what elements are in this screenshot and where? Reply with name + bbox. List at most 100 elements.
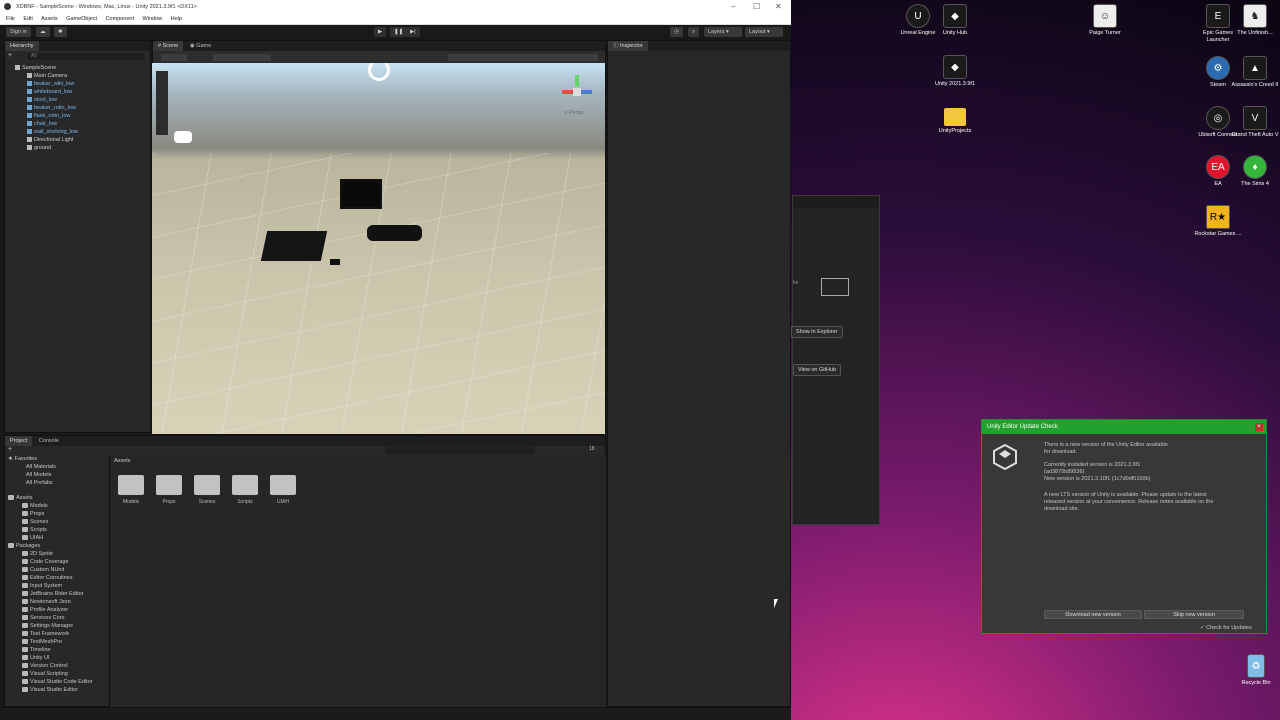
asset-folder[interactable]: UIAH (268, 475, 298, 505)
tree-item[interactable]: Scripts (8, 526, 108, 534)
desktop-icon-unfinished[interactable]: ♞ The Unfinish... (1228, 4, 1280, 37)
skip-new-version-button[interactable]: Skip new version (1144, 610, 1244, 619)
menu-edit[interactable]: Edit (23, 16, 32, 22)
breadcrumb[interactable]: Assets (110, 455, 606, 467)
tab-inspector[interactable]: ⓘ Inspector (608, 41, 648, 51)
desktop-icon-unityprojects[interactable]: UnityProjects (928, 104, 982, 135)
hierarchy-item[interactable]: flask_rotin_low (27, 112, 150, 120)
tree-item[interactable]: Test Framework (8, 630, 108, 638)
layers-dropdown[interactable]: Layers ▾ (704, 27, 742, 37)
tree-item[interactable]: TextMeshPro (8, 638, 108, 646)
tab-scene[interactable]: # Scene (153, 41, 184, 51)
tree-item[interactable]: Input System (8, 582, 108, 590)
tree-item[interactable]: Timeline (8, 646, 108, 654)
download-new-version-button[interactable]: Download new version (1044, 610, 1142, 619)
tree-item[interactable]: Visual Scripting (8, 670, 108, 678)
tree-item[interactable]: All Materials (8, 463, 108, 471)
hierarchy-item[interactable]: beaker_rotin_low (27, 104, 150, 112)
tree-item[interactable]: Version Control (8, 662, 108, 670)
asset-folder[interactable]: Scenes (192, 475, 222, 505)
asset-folder[interactable]: Scripts (230, 475, 260, 505)
tree-item[interactable]: Models (8, 502, 108, 510)
close-icon[interactable]: ✕ (775, 0, 782, 14)
desktop-icon-unity[interactable]: ◆ Unity 2021.3.9f1 (928, 55, 982, 88)
tree-item[interactable]: Custom NUnit (8, 566, 108, 574)
pause-button[interactable]: ❚❚ (390, 27, 408, 37)
history-icon[interactable]: ◷ (670, 27, 683, 37)
tree-item[interactable]: JetBrains Rider Editor (8, 590, 108, 598)
sign-in-button[interactable]: Sign in (6, 27, 31, 37)
hierarchy-item[interactable]: whiteboard_low (27, 88, 150, 96)
hierarchy-item[interactable]: Directional Light (27, 136, 150, 144)
tree-item[interactable]: Scenes (8, 518, 108, 526)
unity-logo-icon (4, 3, 11, 10)
desktop-icon-assassin[interactable]: ▲ Assassin's Creed II (1228, 56, 1280, 89)
scene-viewport[interactable]: < Persp (152, 63, 605, 434)
hierarchy-item[interactable]: chair_low (27, 120, 150, 128)
search-icon[interactable]: ⌕ (688, 27, 700, 37)
tree-item[interactable]: All Prefabs (8, 479, 108, 487)
orientation-gizmo[interactable] (562, 75, 592, 105)
menu-window[interactable]: Window (143, 16, 163, 22)
minimize-icon[interactable]: – (731, 0, 735, 14)
tree-item[interactable]: Visual Studio Code Editor (8, 678, 108, 686)
tree-item[interactable]: Newtonsoft Json (8, 598, 108, 606)
desktop-icon-rockstar[interactable]: R★ Rockstar Games ... (1191, 205, 1245, 238)
snap-tools[interactable] (213, 54, 271, 61)
packages-header[interactable]: Packages (8, 542, 108, 550)
menu-assets[interactable]: Assets (41, 16, 58, 22)
menu-file[interactable]: File (6, 16, 15, 22)
desktop-icon-sims[interactable]: ♦ The Sims 4 (1228, 155, 1280, 188)
check-for-updates-checkbox[interactable]: ✓ Check for Updates (1200, 625, 1252, 631)
tree-item[interactable]: Code Coverage (8, 558, 108, 566)
tree-item[interactable]: Services Core (8, 614, 108, 622)
favorites-header[interactable]: ★ Favorites (8, 455, 108, 463)
tab-console[interactable]: Console (34, 436, 64, 446)
desktop-icon-unity-hub[interactable]: ◆ Unity Hub (928, 4, 982, 37)
project-search-input[interactable] (385, 447, 535, 454)
tree-item[interactable]: Settings Manager (8, 622, 108, 630)
tab-hierarchy[interactable]: Hierarchy (5, 41, 39, 51)
tool-palette[interactable] (156, 71, 168, 135)
tree-item[interactable]: Profile Analyzer (8, 606, 108, 614)
play-button[interactable]: ▶ (374, 27, 387, 37)
hierarchy-item[interactable]: stool_low (27, 96, 150, 104)
layout-dropdown[interactable]: Layout ▾ (745, 27, 783, 37)
menu-help[interactable]: Help (171, 16, 182, 22)
menu-component[interactable]: Component (106, 16, 134, 22)
asset-folder[interactable]: Props (154, 475, 184, 505)
tree-item[interactable]: 2D Sprite (8, 550, 108, 558)
asset-folder[interactable]: Models (116, 475, 146, 505)
scene-root[interactable]: SampleScene (15, 64, 150, 72)
hierarchy-item[interactable]: Main Camera (27, 72, 150, 80)
tab-game[interactable]: ◉ Game (185, 41, 216, 51)
desktop-icon-paige[interactable]: ☺ Paige Turner (1078, 4, 1132, 37)
tree-item[interactable]: Props (8, 510, 108, 518)
add-icon[interactable]: + (8, 446, 12, 453)
show-in-explorer-button[interactable]: Show in Explorer (791, 326, 843, 338)
gizmo-tools[interactable] (161, 54, 187, 61)
hierarchy-item[interactable]: ground (27, 144, 150, 152)
tree-item[interactable]: Visual Studio Editor (8, 686, 108, 694)
desktop-icon-gta[interactable]: V Grand Theft Auto V (1228, 106, 1280, 139)
maximize-icon[interactable]: ☐ (753, 0, 760, 14)
tree-item[interactable]: All Models (8, 471, 108, 479)
hierarchy-item[interactable]: wall_shelving_low (27, 128, 150, 136)
cloud-icon[interactable]: ☁ (36, 27, 50, 37)
tree-item[interactable]: Editor Coroutines (8, 574, 108, 582)
desktop-icon-recycle-bin[interactable]: ♻ Recycle Bin (1229, 654, 1280, 687)
collab-icon[interactable]: ✱ (54, 27, 67, 37)
hierarchy-search-input[interactable]: All (27, 53, 145, 60)
menu-gameobject[interactable]: GameObject (66, 16, 97, 22)
view-on-github-button[interactable]: View on GitHub (793, 364, 842, 376)
add-icon[interactable]: + (8, 52, 12, 59)
dialog-close-button[interactable]: × (1255, 423, 1263, 431)
tree-item[interactable]: Unity UI (8, 654, 108, 662)
step-button[interactable]: ▶| (406, 27, 420, 37)
tab-project[interactable]: Project (5, 436, 33, 446)
assets-header[interactable]: Assets (8, 494, 108, 502)
hierarchy-item[interactable]: beaker_wiki_low (27, 80, 150, 88)
persp-label[interactable]: < Persp (564, 110, 583, 116)
scene-view-options[interactable] (448, 54, 598, 61)
tree-item[interactable]: UIAH (8, 534, 108, 542)
